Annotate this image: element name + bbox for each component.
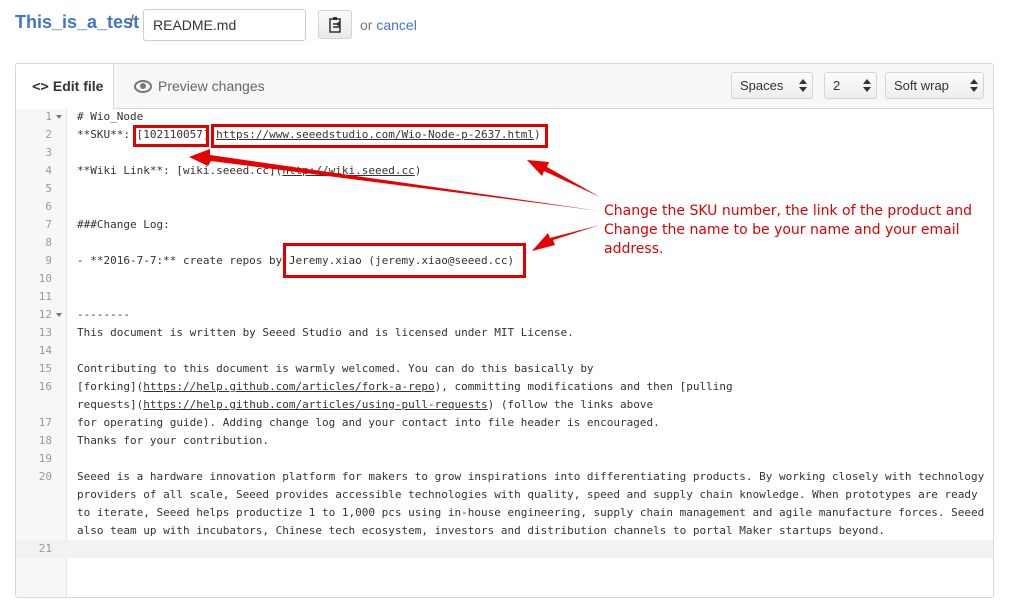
annotation-line: Change the name to be your name and your… (604, 222, 960, 238)
annotation-line: Change the SKU number, the link of the p… (604, 203, 973, 219)
arrow-to-name (532, 225, 600, 251)
annotation-text: Change the SKU number, the link of the p… (604, 202, 994, 259)
arrow-to-sku (189, 149, 600, 211)
arrow-to-link (527, 160, 600, 197)
annotation-arrows (189, 149, 600, 251)
annotation-line: address. (604, 241, 664, 257)
